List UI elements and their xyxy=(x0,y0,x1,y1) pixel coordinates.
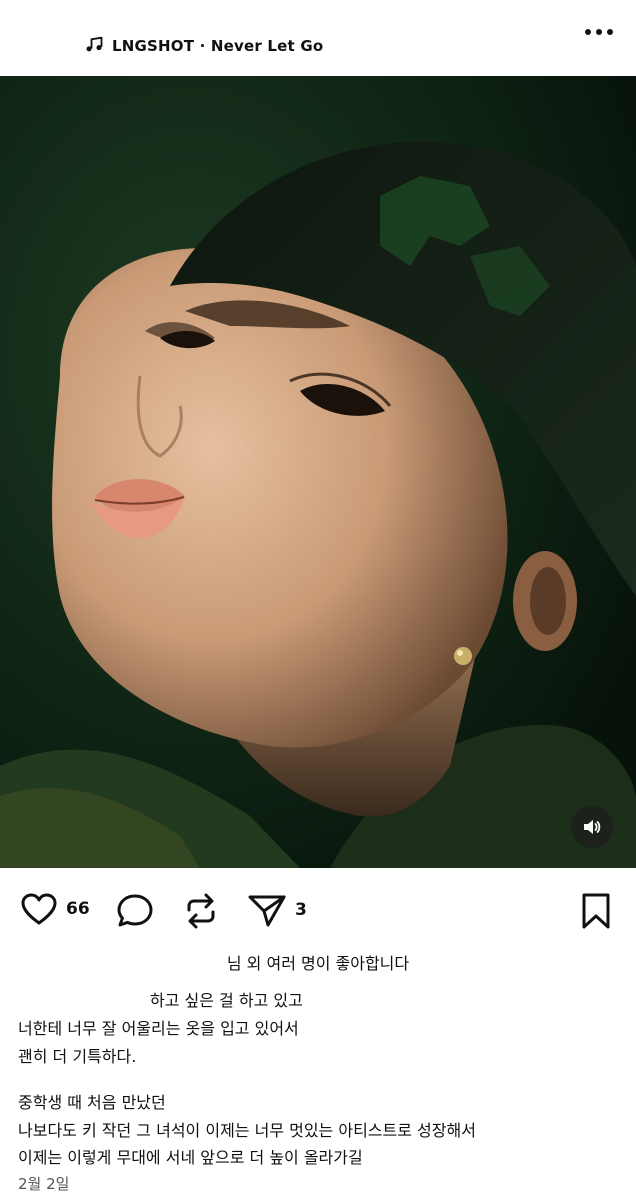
like-count: 66 xyxy=(66,899,90,919)
share-count: 3 xyxy=(295,900,307,920)
caption-line: 중학생 때 처음 만났던 xyxy=(18,1093,166,1112)
save-button[interactable] xyxy=(580,892,612,930)
caption-line: 이제는 이렇게 무대에 서네 앞으로 더 높이 올라가길 xyxy=(18,1148,363,1167)
more-horizontal-icon[interactable] xyxy=(584,26,614,38)
comment-icon xyxy=(117,894,153,927)
like-button[interactable]: 66 xyxy=(20,892,90,926)
caption-line: 나보다도 키 작던 그 녀석이 이제는 너무 멋있는 아티스트로 성장해서 xyxy=(18,1121,476,1140)
caption-line: 괜히 더 기특하다. xyxy=(18,1047,137,1066)
post-date: 2월 2일 xyxy=(18,1175,70,1193)
caption-line: 너한테 너무 잘 어울리는 옷을 입고 있어서 xyxy=(18,1019,299,1038)
post-header: LNGSHOT · Never Let Go xyxy=(0,0,636,76)
heart-icon xyxy=(21,893,57,925)
comment-button[interactable] xyxy=(116,892,154,928)
liked-by-text[interactable]: 님 외 여러 명이 좋아합니다 xyxy=(0,950,636,974)
caption-line: 하고 싶은 걸 하고 있고 xyxy=(150,991,303,1010)
bookmark-icon xyxy=(582,893,610,929)
music-label: LNGSHOT · Never Let Go xyxy=(112,37,324,55)
speaker-icon xyxy=(584,820,601,834)
music-attribution[interactable]: LNGSHOT · Never Let Go xyxy=(84,34,323,58)
post-photo[interactable] xyxy=(0,76,636,868)
share-button[interactable]: 3 xyxy=(247,892,307,928)
music-note-icon xyxy=(86,36,103,52)
portrait-photo xyxy=(0,76,636,868)
mute-button[interactable] xyxy=(571,806,613,848)
send-icon xyxy=(248,895,286,927)
repost-button[interactable] xyxy=(183,892,219,930)
repost-icon xyxy=(187,893,215,929)
post-actions: 66 3 xyxy=(0,888,636,930)
